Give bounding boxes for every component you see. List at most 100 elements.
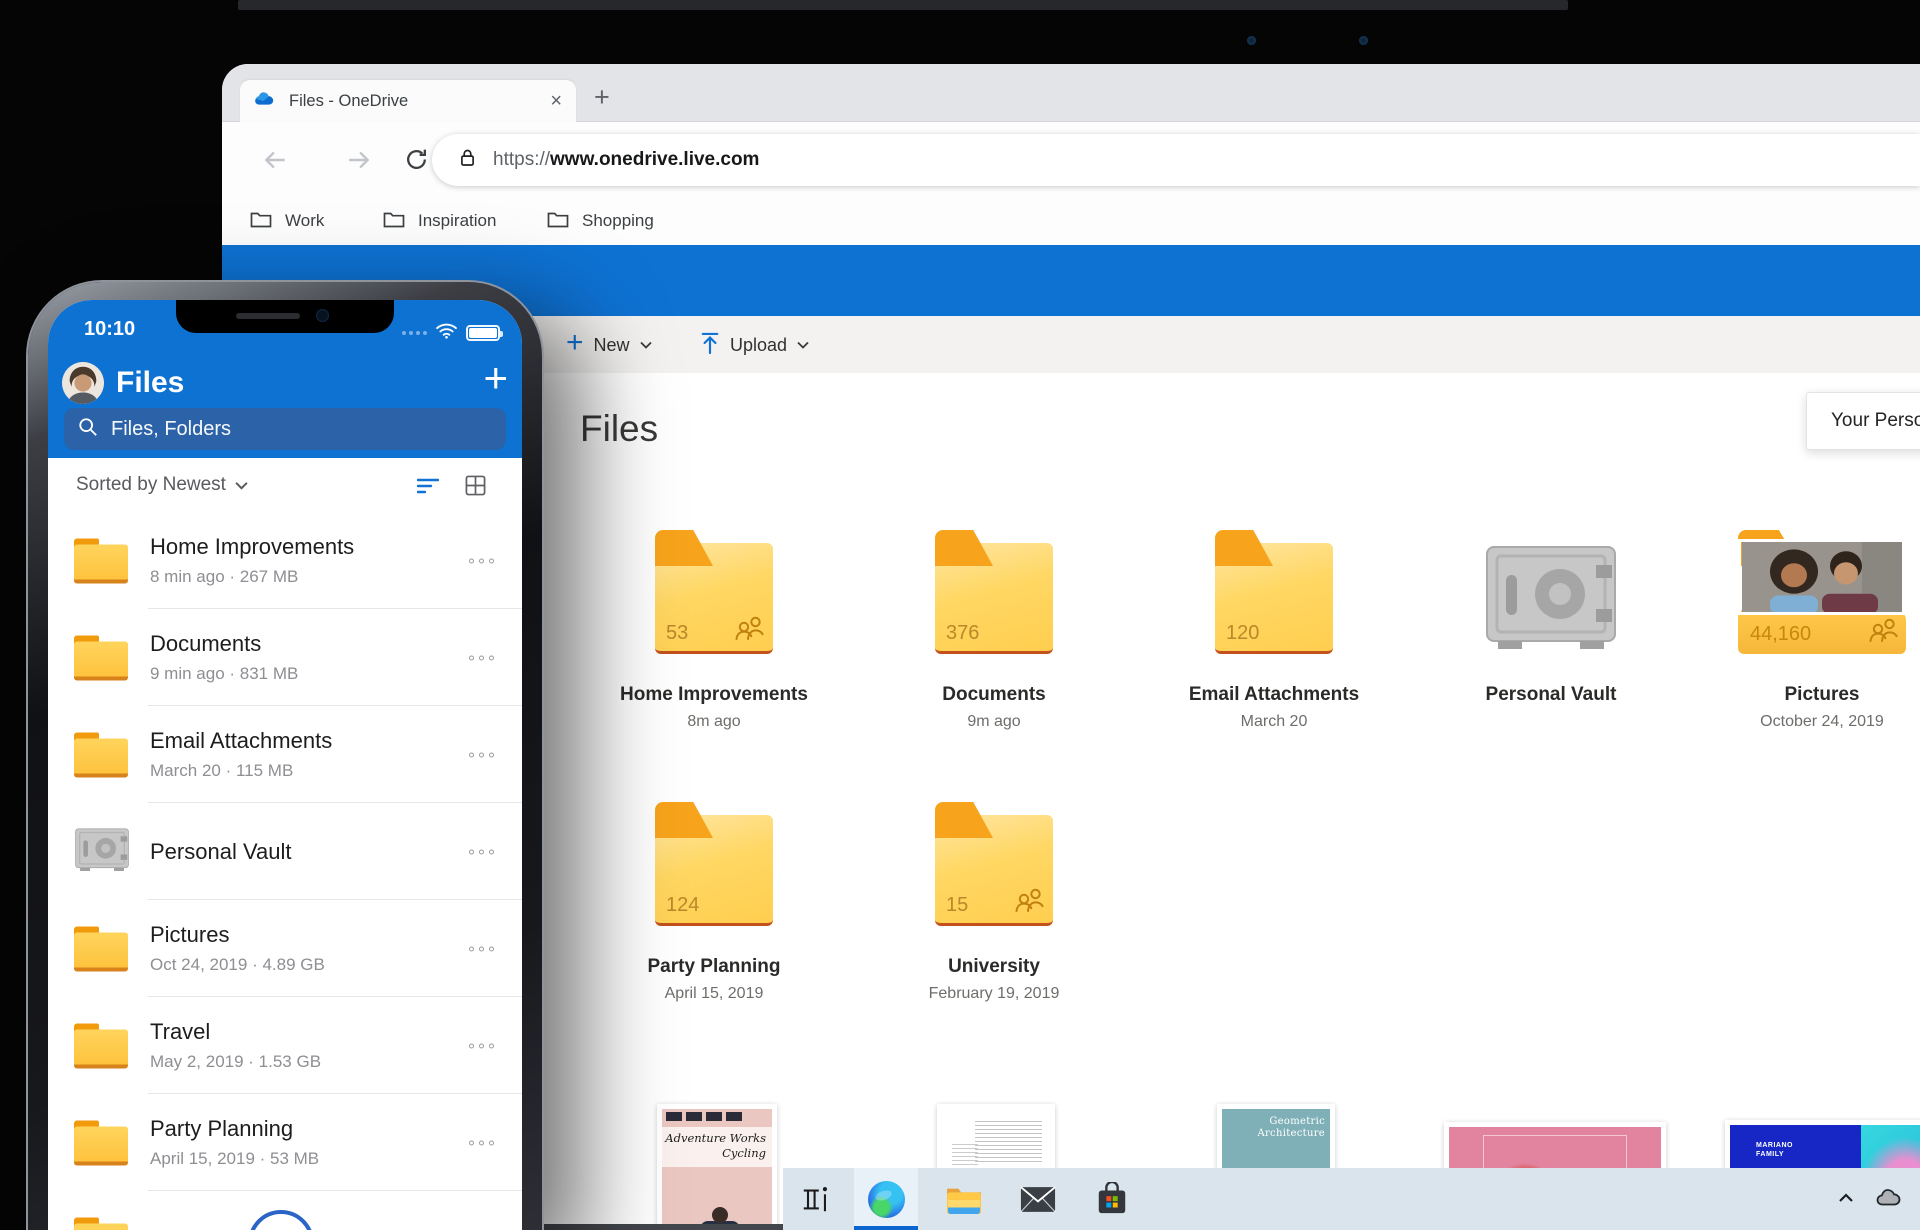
battery-icon: [466, 325, 503, 341]
chevron-down-icon: [639, 336, 652, 354]
folder-meta: February 19, 2019: [928, 985, 1060, 1002]
more-options-icon[interactable]: [465, 748, 498, 761]
new-tab-button[interactable]: +: [594, 82, 610, 113]
bookmark-inspiration[interactable]: Inspiration: [383, 203, 496, 239]
folder-icon: 376: [935, 530, 1053, 654]
tab-title: Files - OneDrive: [289, 91, 409, 110]
folder-tile-university[interactable]: 15 University February 19, 2019: [874, 800, 1114, 1003]
wifi-icon: [435, 322, 458, 344]
list-item-travel[interactable]: Travel May 2, 2019 · 1.53 GB: [48, 997, 522, 1094]
mail-icon[interactable]: [1006, 1168, 1070, 1230]
scene: Files - OneDrive × + https://www.onedriv…: [0, 0, 1920, 1230]
folder-icon: [74, 926, 128, 971]
status-icons: [402, 322, 503, 344]
more-options-icon[interactable]: [465, 845, 498, 858]
item-name: Documents: [150, 631, 262, 656]
bookmark-shopping[interactable]: Shopping: [547, 203, 654, 239]
new-button[interactable]: + New: [566, 322, 652, 368]
folder-tile-party-planning[interactable]: 124 Party Planning April 15, 2019: [594, 800, 834, 1003]
system-tray: [1838, 1168, 1906, 1230]
folder-icon: 120: [1215, 530, 1333, 654]
microsoft-edge-icon[interactable]: [854, 1168, 918, 1230]
folder-tile-pictures[interactable]: 44,160 Pictures October 24, 2019: [1702, 528, 1920, 731]
sort-row: Sorted by Newest: [48, 458, 522, 512]
microsoft-store-icon[interactable]: [1080, 1168, 1144, 1230]
preview-title: Geometric Architecture: [1257, 1116, 1325, 1139]
folder-name: Home Improvements: [620, 684, 808, 705]
folder-name: Personal Vault: [1485, 684, 1617, 705]
grid-view-icon[interactable]: [465, 475, 486, 501]
more-options-icon[interactable]: [465, 1136, 498, 1149]
refresh-icon[interactable]: [404, 147, 429, 177]
personal-vault-callout[interactable]: Your Perso: [1806, 392, 1920, 450]
folder-icon: 124: [655, 802, 773, 926]
list-item-home-improvements[interactable]: Home Improvements 8 min ago · 267 MB: [48, 512, 522, 609]
laptop-lid-edge: [238, 0, 1568, 10]
folder-tile-documents[interactable]: 376 Documents 9m ago: [874, 528, 1114, 731]
bookmark-work[interactable]: Work: [250, 203, 324, 239]
search-input[interactable]: Files, Folders: [64, 408, 506, 450]
bookmark-label: Inspiration: [418, 211, 497, 230]
forward-icon[interactable]: [346, 147, 372, 178]
item-name: Personal Vault: [150, 838, 292, 864]
back-icon[interactable]: [262, 147, 288, 178]
sort-dropdown[interactable]: Sorted by Newest: [76, 474, 248, 496]
photo-thumbnail: [1738, 539, 1906, 615]
folder-meta: April 15, 2019: [664, 985, 764, 1002]
browser-tab[interactable]: Files - OneDrive ×: [240, 80, 576, 122]
list-item-personal-vault[interactable]: Personal Vault: [48, 803, 522, 900]
chevron-up-icon[interactable]: [1838, 1190, 1854, 1208]
item-name: University: [150, 1227, 247, 1230]
folder-icon: 15: [935, 802, 1053, 926]
avatar[interactable]: [62, 362, 104, 404]
list-item-email-attachments[interactable]: Email Attachments March 20 · 115 MB: [48, 706, 522, 803]
folder-name: University: [948, 956, 1040, 977]
item-count: 53: [666, 622, 689, 644]
search-placeholder: Files, Folders: [111, 417, 232, 440]
folder-tile-email-attachments[interactable]: 120 Email Attachments March 20: [1154, 528, 1394, 731]
vault-safe-icon: [74, 827, 130, 876]
bookmark-label: Shopping: [582, 211, 654, 230]
personal-vault-tile[interactable]: Personal Vault: [1431, 528, 1671, 706]
signal-dots-icon: [402, 331, 427, 335]
folder-meta: 9m ago: [967, 713, 1021, 730]
chevron-down-icon: [235, 474, 248, 496]
add-button[interactable]: +: [483, 354, 508, 402]
list-view-icon[interactable]: [416, 478, 440, 499]
tab-close-icon[interactable]: ×: [550, 91, 562, 111]
file-explorer-icon[interactable]: [932, 1168, 996, 1230]
list-item-party-planning[interactable]: Party Planning April 15, 2019 · 53 MB: [48, 1094, 522, 1191]
task-view-icon[interactable]: [784, 1168, 848, 1230]
shared-people-icon: [1868, 617, 1898, 648]
folder-icon: [250, 210, 272, 233]
folder-icon: 53: [655, 530, 773, 654]
upload-button[interactable]: Upload: [700, 322, 809, 368]
preview-title: Adventure Works Cycling: [662, 1127, 772, 1167]
file-preview-adventure-works[interactable]: Adventure Works Cycling: [657, 1104, 777, 1230]
front-camera-icon: [316, 309, 329, 322]
more-options-icon[interactable]: [465, 554, 498, 567]
more-options-icon[interactable]: [465, 651, 498, 664]
url-host: www.onedrive.live.com: [550, 149, 760, 170]
list-item-documents[interactable]: Documents 9 min ago · 831 MB: [48, 609, 522, 706]
app-title: Files: [116, 366, 185, 399]
search-icon: [78, 417, 98, 442]
item-count: 44,160: [1750, 623, 1812, 645]
onedrive-cloud-tray-icon[interactable]: [1876, 1187, 1906, 1212]
more-options-icon[interactable]: [465, 1039, 498, 1052]
folder-name: Email Attachments: [1188, 684, 1360, 705]
item-meta: May 2, 2019 · 1.53 GB: [150, 1052, 322, 1071]
item-count: 15: [946, 894, 969, 916]
list-item-pictures[interactable]: Pictures Oct 24, 2019 · 4.89 GB: [48, 900, 522, 997]
windows-taskbar: [783, 1168, 1920, 1230]
item-meta: Oct 24, 2019 · 4.89 GB: [150, 955, 325, 974]
shared-people-icon: [734, 615, 764, 646]
speaker-slit: [236, 313, 300, 319]
folder-meta: 8m ago: [687, 713, 741, 730]
address-bar[interactable]: https://www.onedrive.live.com: [432, 134, 1920, 186]
folder-icon: [74, 1217, 128, 1230]
item-name: Pictures: [150, 922, 230, 947]
item-name: Travel: [150, 1019, 211, 1044]
more-options-icon[interactable]: [465, 942, 498, 955]
folder-tile-home-improvements[interactable]: 53 Home Improvements 8m ago: [594, 528, 834, 731]
